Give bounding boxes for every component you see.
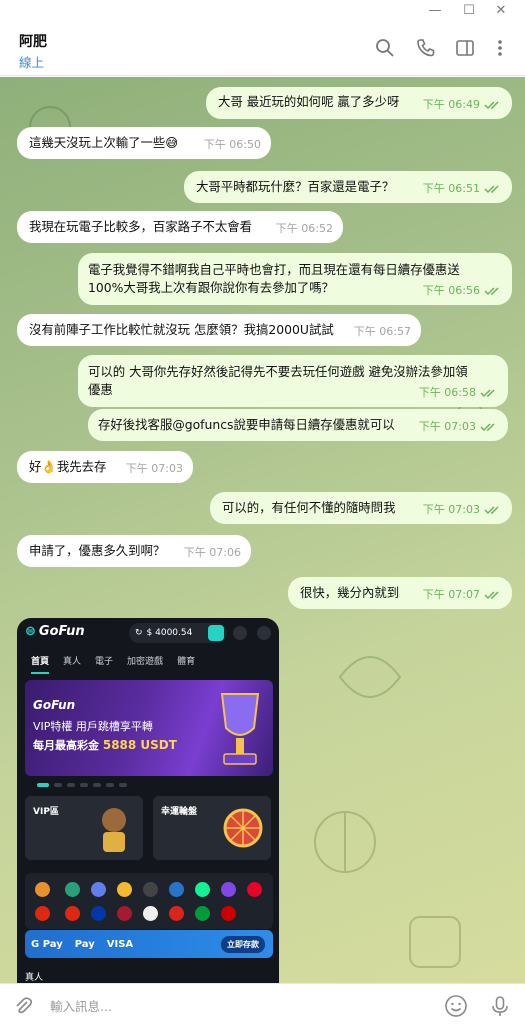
message-bubble-outgoing[interactable]: 存好後找客服@gofuncs說要申請每日續存優惠就可以 下午 07:03: [88, 409, 508, 441]
double-check-icon: [480, 423, 495, 432]
double-check-icon: [484, 506, 499, 515]
message-bubble-outgoing[interactable]: 大哥 最近玩的如何呢 贏了多少呀 下午 06:49: [206, 87, 512, 119]
close-icon[interactable]: ✕: [490, 2, 512, 20]
sidebar-toggle-icon[interactable]: [453, 36, 477, 60]
message-bubble-outgoing[interactable]: 大哥平時都玩什麼？百家還是電子？ 下午 06:51: [184, 171, 512, 203]
gofun-topbar: ⊜ GoFun ↻ $ 4000.54: [17, 618, 279, 648]
lucky-wheel-card: 幸運輪盤: [153, 796, 271, 860]
message-time: 下午 06:51: [422, 182, 480, 195]
double-check-icon: [484, 287, 499, 296]
tab-sports: 體育: [177, 657, 196, 667]
gofun-promo-banner: GoFun VIP特權 用戶跳槽享平轉 每月最高彩金 5888 USDT: [25, 680, 273, 776]
background-doodle-icon: [338, 656, 402, 698]
user-icon: [257, 626, 271, 640]
gofun-tabs: 首頁 真人 電子 加密遊戲 體育: [17, 654, 279, 674]
message-bubble-incoming[interactable]: 好👌我先去存 下午 07:03: [17, 451, 193, 483]
message-time: 下午 07:03: [418, 420, 476, 433]
background-doodle-icon: [314, 811, 376, 873]
message-bubble-incoming[interactable]: 這幾天沒玩上次輸了一些😅 下午 06:50: [17, 127, 271, 159]
chat-header: 阿肥 線上: [0, 22, 525, 76]
double-check-icon: [484, 101, 499, 110]
deposit-now-button: 立即存款: [221, 936, 265, 953]
tab-live: 真人: [63, 657, 82, 667]
maximize-icon[interactable]: ☐: [458, 2, 480, 20]
wallet-icon: [208, 625, 224, 641]
online-status: 線上: [19, 55, 45, 70]
search-icon[interactable]: [373, 36, 397, 60]
message-time: 下午 07:07: [422, 588, 480, 601]
crypto-and-flags-grid: [25, 873, 273, 929]
refresh-icon: ↻: [135, 628, 143, 638]
message-bubble-outgoing[interactable]: 可以的 大哥你先存好然後記得先不要去玩任何遊戲 避免沒辦法參加領 優惠 下午 0…: [78, 355, 508, 407]
message-time: 下午 07:03: [422, 503, 480, 516]
trophy-icon: [220, 693, 260, 765]
tab-slots: 電子: [95, 657, 114, 667]
wheel-icon: [223, 808, 263, 848]
banner-logo: GoFun: [33, 698, 76, 712]
monkey-trophy-icon: [102, 808, 126, 852]
balance-amount: $ 4000.54: [146, 628, 193, 638]
gofun-logo: ⊜ GoFun: [25, 624, 85, 639]
message-time: 下午 06:49: [422, 98, 480, 111]
message-time: 下午 06:58: [418, 386, 476, 399]
window-title-bar: — ☐ ✕: [0, 0, 525, 22]
message-time: 下午 07:06: [183, 546, 241, 559]
payment-strip: G Pay Pay VISA 立即存款: [25, 930, 273, 958]
paperclip-icon[interactable]: [12, 995, 34, 1017]
message-bubble-outgoing[interactable]: 很快，幾分內就到 下午 07:07: [288, 577, 512, 609]
shared-image-message[interactable]: ⊜ GoFun ↻ $ 4000.54 首頁 真人 電子 加密遊戲 體育 GoFun…: [17, 618, 279, 983]
message-bubble-outgoing[interactable]: 可以的，有任何不懂的隨時問我 下午 07:03: [210, 492, 512, 524]
minimize-icon[interactable]: —: [424, 2, 446, 20]
banner-line1: VIP特權 用戶跳槽享平轉: [33, 720, 153, 733]
message-composer: [0, 983, 525, 1026]
microphone-icon[interactable]: [488, 994, 512, 1018]
message-input[interactable]: [50, 994, 430, 1018]
carousel-dots: [37, 783, 259, 787]
message-bubble-incoming[interactable]: 我現在玩電子比較多，百家路子不太會看 下午 06:52: [17, 211, 343, 243]
background-doodle-icon: [409, 916, 461, 968]
settings-icon: [233, 626, 247, 640]
tab-crypto-games: 加密遊戲: [127, 657, 164, 667]
more-icon[interactable]: [488, 36, 512, 60]
banner-line2: 每月最高彩金 5888 USDT: [33, 738, 177, 752]
tab-home: 首頁: [31, 654, 50, 674]
emoji-icon[interactable]: [444, 994, 468, 1018]
message-time: 下午 06:57: [353, 325, 411, 338]
gofun-balance: ↻ $ 4000.54: [129, 623, 227, 643]
double-check-icon: [484, 185, 499, 194]
message-time: 下午 07:03: [125, 462, 183, 475]
message-time: 下午 06:52: [275, 222, 333, 235]
double-check-icon: [484, 591, 499, 600]
message-bubble-outgoing[interactable]: 電子我覺得不錯啊我自己平時也會打，而且現在還有每日續存優惠送 100%大哥我上次…: [78, 253, 512, 305]
message-bubble-incoming[interactable]: 申請了，優惠多久到啊？ 下午 07:06: [17, 535, 251, 567]
vip-card: VIP區: [25, 796, 143, 860]
message-time: 下午 06:56: [422, 284, 480, 297]
live-section-label: 真人: [25, 973, 44, 983]
double-check-icon: [480, 389, 495, 398]
message-bubble-incoming[interactable]: 沒有前陣子工作比較忙就沒玩 怎麼領？我搞2000U試試 下午 06:57: [17, 314, 421, 346]
phone-icon[interactable]: [414, 36, 438, 60]
chat-title[interactable]: 阿肥: [19, 31, 47, 51]
message-time: 下午 06:50: [203, 138, 261, 151]
